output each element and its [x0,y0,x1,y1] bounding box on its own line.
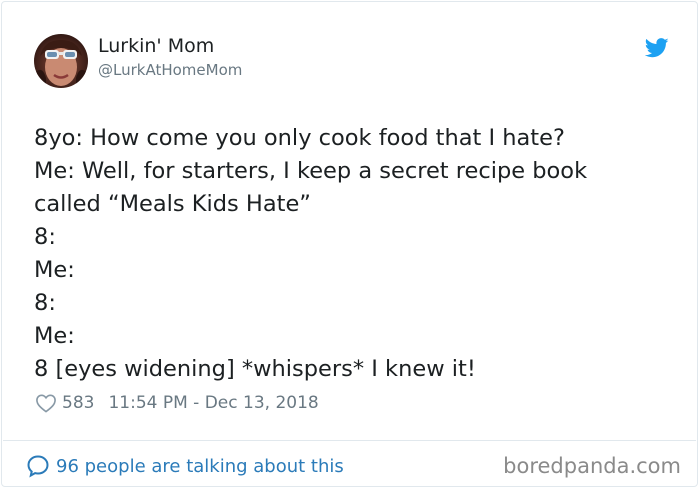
tweet-meta: 583 11:54 PM - Dec 13, 2018 [35,391,319,415]
avatar-image [34,34,88,88]
tweet-line: 8: [34,290,56,316]
tweet-line: Me: [34,323,75,349]
author-handle[interactable]: @LurkAtHomeMom [98,61,242,79]
tweet-line: 8 [eyes widening] *whispers* I knew it! [34,356,476,382]
watermark: boredpanda.com [503,454,681,478]
author-name[interactable]: Lurkin' Mom [98,35,214,57]
tweet-line: Me: [34,257,75,283]
tweet-card: Lurkin' Mom @LurkAtHomeMom 8yo: How come… [1,1,698,487]
tweet-line: 8: [34,224,56,250]
heart-icon[interactable] [35,393,57,413]
tweet-line: called “Meals Kids Hate” [34,191,311,217]
like-count[interactable]: 583 [62,393,94,413]
avatar[interactable] [34,34,88,88]
twitter-bird-icon[interactable] [645,38,669,58]
tweet-line: Me: Well, for starters, I keep a secret … [34,158,588,184]
tweet-body: 8yo: How come you only cook food that I … [34,122,674,386]
footer-divider [3,440,696,441]
speech-bubble-icon [27,455,49,478]
tweet-timestamp[interactable]: 11:54 PM - Dec 13, 2018 [108,393,318,413]
conversation-label[interactable]: 96 people are talking about this [56,456,344,477]
conversation-link[interactable]: 96 people are talking about this [26,453,344,479]
tweet-line: 8yo: How come you only cook food that I … [34,125,565,151]
